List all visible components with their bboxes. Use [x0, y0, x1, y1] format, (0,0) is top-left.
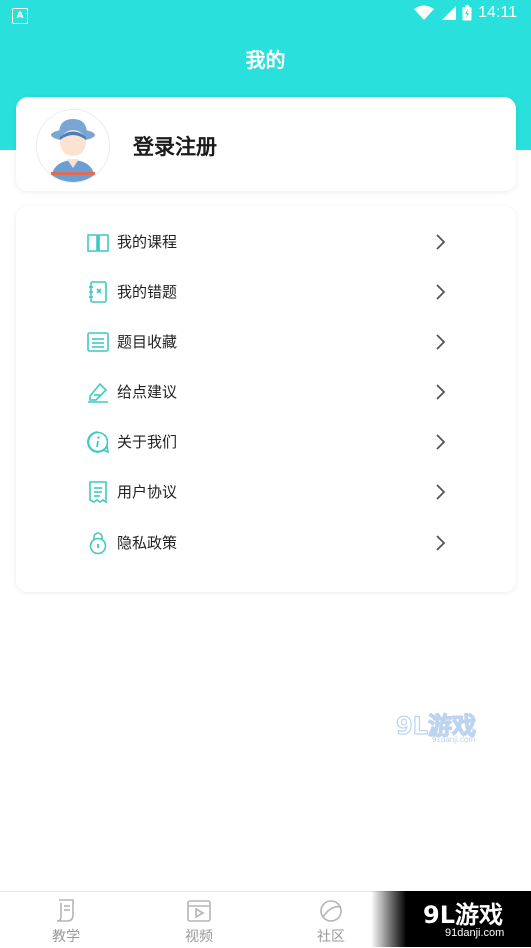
tab-video[interactable]: 视频: [159, 892, 239, 948]
menu-item-user-agreement[interactable]: 用户协议: [16, 467, 516, 517]
chevron-right-icon: [436, 234, 446, 250]
book-icon: [87, 234, 109, 252]
video-icon: [187, 900, 211, 922]
status-time: 14:11: [478, 4, 517, 21]
chevron-right-icon: [436, 535, 446, 551]
notification-badge: A: [12, 8, 28, 24]
feedback-icon: [88, 382, 108, 403]
profile-card[interactable]: 登录注册: [16, 97, 516, 191]
menu-item-label: 给点建议: [117, 383, 178, 401]
menu-item-about-us[interactable]: 关于我们: [16, 417, 516, 467]
menu-card: 我的课程 我的错题 题目收藏 给点建议 关于我们 用户协议 隐私政策: [16, 206, 516, 592]
watermark-subtext: 91danji.com: [432, 735, 475, 744]
menu-item-privacy-policy[interactable]: 隐私政策: [16, 518, 516, 568]
document-icon: [89, 481, 107, 504]
corner-logo-text: 9L游戏: [423, 901, 503, 929]
notebook-icon: [89, 281, 107, 303]
menu-item-label: 我的课程: [117, 233, 178, 251]
menu-item-label: 我的错题: [117, 283, 178, 301]
tab-teaching[interactable]: 教学: [26, 892, 106, 948]
chevron-right-icon: [436, 434, 446, 450]
menu-item-label: 题目收藏: [117, 333, 178, 351]
menu-item-label: 关于我们: [117, 433, 178, 451]
lock-icon: [89, 532, 107, 555]
tab-label: 视频: [185, 929, 213, 945]
login-register-link[interactable]: 登录注册: [133, 131, 217, 161]
menu-item-label: 用户协议: [117, 483, 178, 501]
chevron-right-icon: [436, 334, 446, 350]
chevron-right-icon: [436, 284, 446, 300]
status-bar: A 14:11: [0, 0, 531, 30]
user-avatar-icon[interactable]: [36, 109, 110, 183]
wifi-icon: [414, 5, 435, 20]
menu-item-favorites[interactable]: 题目收藏: [16, 317, 516, 367]
page-title: 我的: [245, 48, 286, 72]
menu-item-my-mistakes[interactable]: 我的错题: [16, 267, 516, 317]
watermark-logo: 9L游戏 91danji.com: [396, 711, 477, 744]
menu-item-label: 隐私政策: [117, 534, 178, 552]
menu-item-my-courses[interactable]: 我的课程: [16, 217, 516, 267]
info-icon: [87, 431, 110, 454]
corner-watermark: 9L游戏 91danji.com: [371, 891, 531, 947]
corner-logo-subtext: 91danji.com: [445, 927, 505, 939]
teaching-icon: [56, 899, 74, 922]
list-icon: [87, 332, 109, 352]
menu-item-feedback[interactable]: 给点建议: [16, 367, 516, 417]
status-icons: 14:11: [414, 4, 517, 22]
community-icon: [320, 900, 342, 922]
chevron-right-icon: [436, 384, 446, 400]
tab-community[interactable]: 社区: [291, 892, 371, 948]
tab-label: 社区: [317, 929, 345, 945]
tab-label: 教学: [52, 929, 80, 945]
chevron-right-icon: [436, 484, 446, 500]
signal-icon: [442, 6, 457, 20]
battery-icon: [462, 5, 472, 21]
